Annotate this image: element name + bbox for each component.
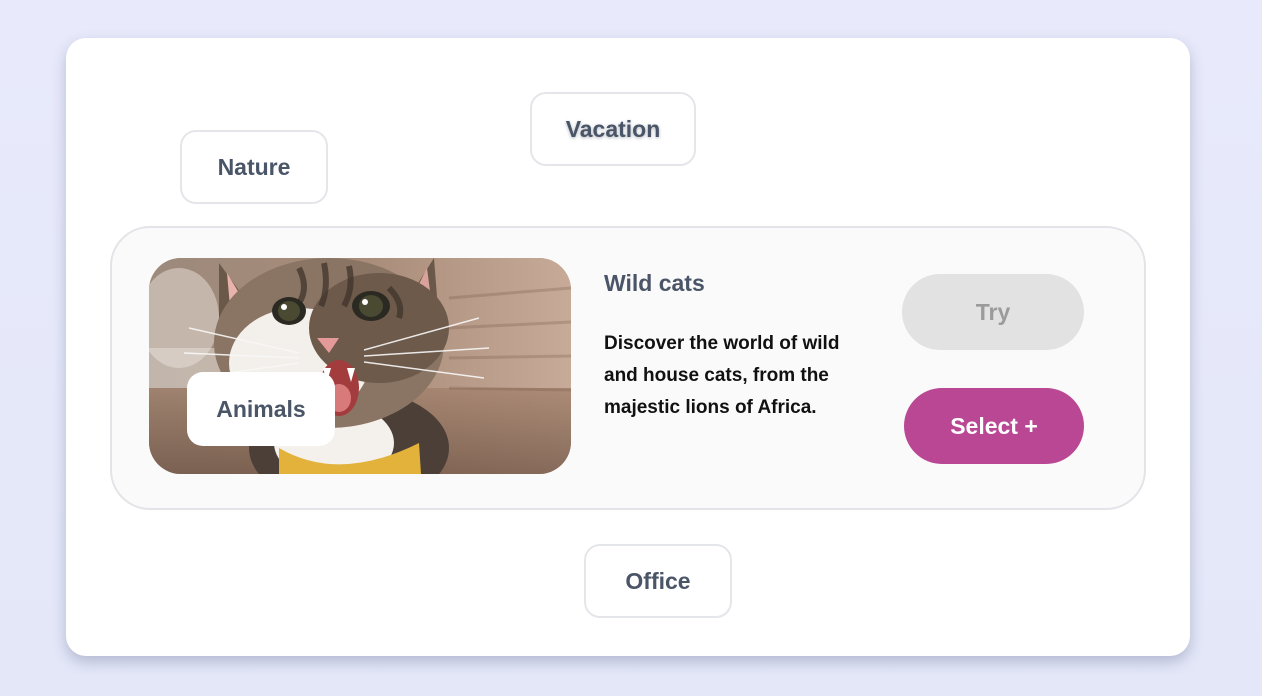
tag-vacation[interactable]: Vacation [530,92,696,166]
tag-vacation-label: Vacation [565,115,661,142]
tag-office[interactable]: Office [584,544,732,618]
try-button[interactable]: Try [902,274,1084,350]
tag-nature-label: Nature [217,153,291,180]
select-button[interactable]: Select + [904,388,1084,464]
card-description: Discover the world of wild and house cat… [604,333,840,418]
tag-nature[interactable]: Nature [180,130,328,204]
topic-card: Animals Wild cats Discover the world of … [110,226,1146,510]
tag-animals-label: Animals [216,395,306,422]
tag-animals[interactable]: Animals [187,372,335,446]
main-panel: Nature Vacation Animals Wild cats Discov… [66,38,1190,656]
card-title: Wild cats [604,270,705,296]
tag-office-label: Office [625,567,691,594]
